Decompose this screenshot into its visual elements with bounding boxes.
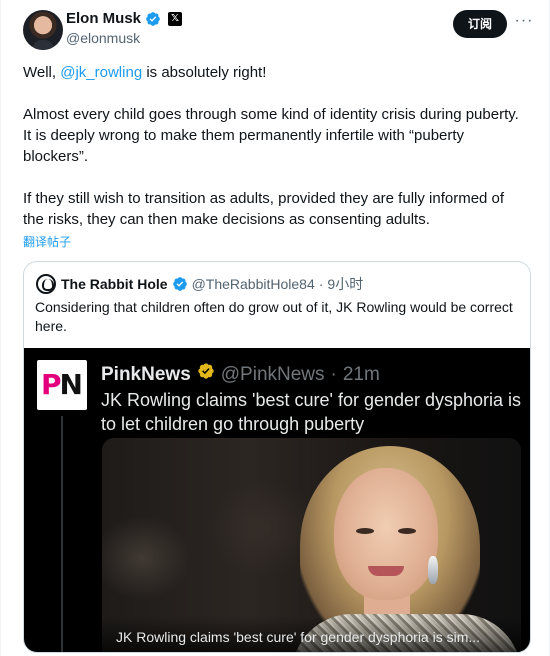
photo-eye-left: [356, 528, 374, 534]
translate-post-link[interactable]: 翻译帖子: [23, 235, 71, 249]
photo-face: [334, 468, 438, 600]
embedded-post-header: PinkNews @PinkNews · 21m: [101, 362, 380, 386]
thread-line: [61, 416, 63, 652]
quoted-post-header: The Rabbit Hole @TheRabbitHole84 · 9小时: [61, 275, 363, 293]
author-display-name[interactable]: Elon Musk: [66, 10, 141, 28]
post-text-paragraph-2: Almost every child goes through some kin…: [23, 106, 519, 165]
post-text-prefix: Well,: [23, 64, 61, 81]
post-text-suffix: is absolutely right!: [142, 64, 267, 81]
quoted-post-text: Considering that children often do grow …: [35, 299, 513, 334]
photo-eye-right: [398, 528, 416, 534]
quoted-post[interactable]: The Rabbit Hole @TheRabbitHole84 · 9小时 C…: [23, 261, 531, 653]
more-icon[interactable]: ···: [513, 12, 535, 34]
quoted-post-time[interactable]: 9小时: [327, 274, 363, 294]
photo-earring: [428, 556, 438, 584]
subscribe-button[interactable]: 订阅: [453, 10, 507, 38]
embedded-post-time: 21m: [342, 364, 380, 385]
post-text-paragraph-3: If they still wish to transition as adul…: [23, 190, 505, 228]
quoted-media-image[interactable]: PN PinkNews @PinkNews · 21m JK Rowling c…: [24, 348, 530, 652]
author-name-row: Elon Musk 𝕏: [66, 10, 183, 28]
pinknews-logo-p: P: [41, 368, 61, 401]
quoted-author-name[interactable]: The Rabbit Hole: [61, 276, 168, 292]
embedded-author-name: PinkNews: [101, 364, 191, 385]
photo-mouth: [368, 566, 404, 576]
link-card-caption-bar[interactable]: JK Rowling claims 'best cure' for gender…: [102, 616, 521, 652]
x-logo-icon: 𝕏: [168, 12, 183, 26]
mention-link[interactable]: @jk_rowling: [60, 64, 142, 81]
post-text-paragraph-1: Well, @jk_rowling is absolutely right!: [23, 62, 523, 83]
pinknews-logo-letters: PN: [41, 368, 83, 402]
verified-badge-icon: [146, 12, 160, 26]
embedded-author-handle: @PinkNews: [220, 364, 325, 385]
embedded-separator-dot: ·: [330, 364, 337, 385]
separator-dot: ·: [318, 276, 324, 292]
quoted-author-handle[interactable]: @TheRabbitHole84: [192, 276, 315, 292]
rabbit-hole-avatar-icon[interactable]: [36, 274, 56, 294]
author-handle[interactable]: @elonmusk: [66, 30, 140, 46]
pinknews-logo-n: N: [59, 368, 83, 401]
gold-verified-badge-icon: [198, 363, 214, 379]
author-avatar[interactable]: [23, 10, 63, 50]
pinknews-logo-icon: PN: [37, 360, 87, 410]
embedded-post-text: JK Rowling claims 'best cure' for gender…: [101, 390, 522, 434]
verified-badge-icon: [172, 277, 187, 291]
link-card-caption: JK Rowling claims 'best cure' for gender…: [116, 629, 481, 645]
post: Elon Musk 𝕏 @elonmusk 订阅 ··· Well, @jk_r…: [0, 0, 550, 656]
